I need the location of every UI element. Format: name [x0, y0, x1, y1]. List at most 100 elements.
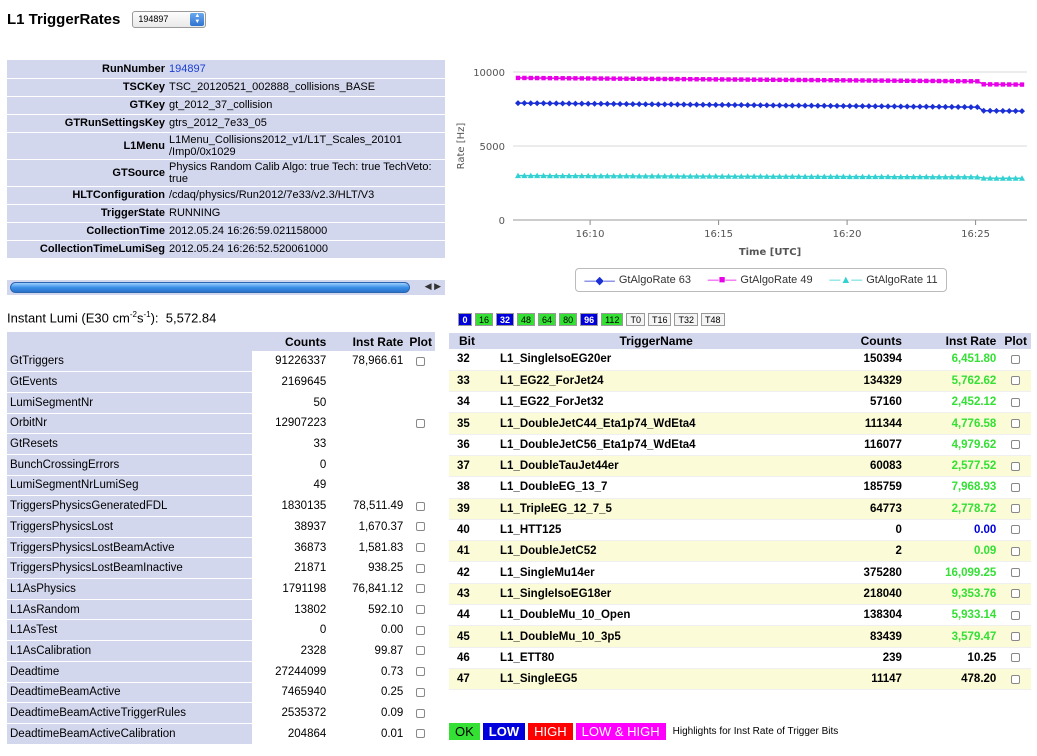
- horizontal-scrollbar[interactable]: ◀ ▶: [7, 279, 445, 295]
- data-point: [656, 76, 661, 82]
- info-key: GTKey: [7, 96, 167, 115]
- plot-checkbox[interactable]: [1011, 525, 1021, 535]
- plot-checkbox[interactable]: [1011, 568, 1021, 578]
- plot-checkbox[interactable]: [416, 563, 426, 573]
- plot-checkbox[interactable]: [1011, 419, 1021, 428]
- plot-checkbox[interactable]: [1011, 653, 1021, 663]
- trigger-name: L1_TripleEG_12_7_5: [485, 498, 828, 520]
- bit-button-32[interactable]: 32: [496, 313, 515, 326]
- bit-button-t32[interactable]: T32: [674, 313, 698, 326]
- trigger-bit: 37: [449, 455, 485, 478]
- plot-checkbox[interactable]: [1011, 354, 1021, 364]
- scroll-arrows-icon[interactable]: ◀ ▶: [425, 281, 441, 292]
- info-key: TriggerState: [7, 204, 167, 223]
- bit-button-96[interactable]: 96: [580, 313, 599, 326]
- data-point: [745, 77, 750, 82]
- plot-checkbox[interactable]: [416, 543, 426, 552]
- data-point: [649, 76, 655, 82]
- legend-item[interactable]: —▲— GtAlgoRate 11: [829, 274, 937, 286]
- counter-plot-cell: [406, 682, 435, 704]
- trigger-counts: 218040: [827, 583, 906, 606]
- info-row: GTSource Physics Random Calib Algo: true …: [7, 159, 445, 187]
- bit-button-112[interactable]: 112: [601, 313, 624, 326]
- bit-button-0[interactable]: 0: [458, 313, 472, 326]
- data-point: [955, 103, 962, 110]
- data-point: [974, 104, 981, 111]
- plot-checkbox[interactable]: [416, 729, 426, 739]
- run-select[interactable]: 194897 ▲ ▼: [132, 10, 207, 28]
- plot-checkbox[interactable]: [416, 708, 426, 718]
- trigger-name: L1_DoubleJetC56_Eta1p74_WdEta4: [485, 434, 828, 456]
- data-point: [987, 82, 993, 87]
- counter-counts: 204864: [252, 723, 330, 745]
- counter-plot-cell: [406, 578, 435, 600]
- info-value: TSC_20120521_002888_collisions_BASE: [167, 78, 445, 97]
- counter-rate: 1,581.83: [329, 537, 407, 559]
- bit-button-t48[interactable]: T48: [701, 313, 725, 326]
- counter-plot-cell: [406, 640, 435, 662]
- plot-checkbox[interactable]: [416, 501, 426, 511]
- plot-checkbox[interactable]: [1011, 461, 1021, 471]
- bit-button-80[interactable]: 80: [559, 313, 578, 326]
- plot-checkbox[interactable]: [1011, 674, 1021, 684]
- bit-button-64[interactable]: 64: [538, 313, 557, 326]
- legend-item[interactable]: —◆— GtAlgoRate 63: [584, 274, 691, 287]
- counter-name: TriggersPhysicsLostBeamActive: [7, 537, 253, 559]
- plot-checkbox[interactable]: [416, 605, 426, 615]
- info-key: CollectionTime: [7, 222, 167, 241]
- counter-rate: [329, 454, 407, 476]
- plot-checkbox[interactable]: [416, 356, 426, 366]
- trigger-rate: 2,452.12: [905, 391, 1001, 414]
- trigger-name: L1_DoubleTauJet44er: [485, 455, 828, 478]
- counter-plot-cell: [406, 475, 435, 497]
- bit-button-t0[interactable]: T0: [626, 313, 645, 326]
- counter-counts: 7465940: [252, 682, 330, 704]
- plot-checkbox[interactable]: [416, 584, 426, 594]
- scroll-thumb[interactable]: [10, 282, 410, 293]
- plot-checkbox[interactable]: [1011, 610, 1021, 620]
- counter-name: DeadtimeBeamActiveTriggerRules: [7, 702, 253, 724]
- data-point: [572, 100, 579, 107]
- trigger-bit: 32: [449, 349, 485, 371]
- plot-checkbox[interactable]: [1011, 397, 1021, 407]
- trigger-row: 36 L1_DoubleJetC56_Eta1p74_WdEta4 116077 4,…: [449, 434, 1031, 456]
- counter-rate: 0.01: [329, 723, 407, 745]
- data-point: [573, 76, 578, 81]
- bit-button-t16[interactable]: T16: [647, 313, 672, 326]
- trigger-row: 33 L1_EG22_ForJet24 134329 5,762.62: [449, 370, 1031, 393]
- plot-checkbox[interactable]: [416, 646, 426, 656]
- plot-checkbox[interactable]: [416, 625, 426, 635]
- trigger-counts: 0: [827, 519, 906, 542]
- plot-checkbox[interactable]: [416, 418, 426, 428]
- bit-button-16[interactable]: 16: [475, 313, 494, 326]
- trigger-name: L1_DoubleMu_10_3p5: [485, 625, 828, 648]
- data-point: [987, 107, 994, 114]
- data-point: [815, 77, 821, 83]
- plot-checkbox[interactable]: [1011, 631, 1021, 641]
- plot-checkbox[interactable]: [1011, 376, 1021, 386]
- counter-name: TriggersPhysicsLost: [7, 516, 253, 538]
- trigger-bit: 38: [449, 476, 485, 499]
- plot-checkbox[interactable]: [1011, 589, 1021, 599]
- plot-checkbox[interactable]: [1011, 504, 1021, 514]
- data-point: [611, 76, 616, 81]
- plot-checkbox[interactable]: [1011, 482, 1021, 492]
- legend-item[interactable]: —■— GtAlgoRate 49: [708, 274, 813, 286]
- trigger-plot-cell: [1000, 434, 1031, 456]
- counter-counts: 1791198: [252, 578, 330, 600]
- trigger-counts: 60083: [827, 455, 906, 478]
- plot-checkbox[interactable]: [1011, 546, 1021, 556]
- counter-row: LumiSegmentNr 50: [7, 392, 435, 414]
- stepper-icon[interactable]: ▲ ▼: [190, 12, 205, 26]
- counter-name: LumiSegmentNrLumiSeg: [7, 475, 253, 497]
- data-point: [878, 103, 885, 110]
- plot-checkbox[interactable]: [416, 667, 426, 677]
- bit-button-48[interactable]: 48: [517, 313, 536, 326]
- plot-checkbox[interactable]: [1011, 440, 1021, 450]
- trigger-counts: 138304: [827, 604, 906, 627]
- counter-counts: 0: [252, 619, 330, 642]
- plot-checkbox[interactable]: [416, 522, 426, 532]
- low-badge: LOW: [482, 723, 526, 740]
- info-value[interactable]: 194897: [167, 60, 445, 79]
- plot-checkbox[interactable]: [416, 687, 426, 697]
